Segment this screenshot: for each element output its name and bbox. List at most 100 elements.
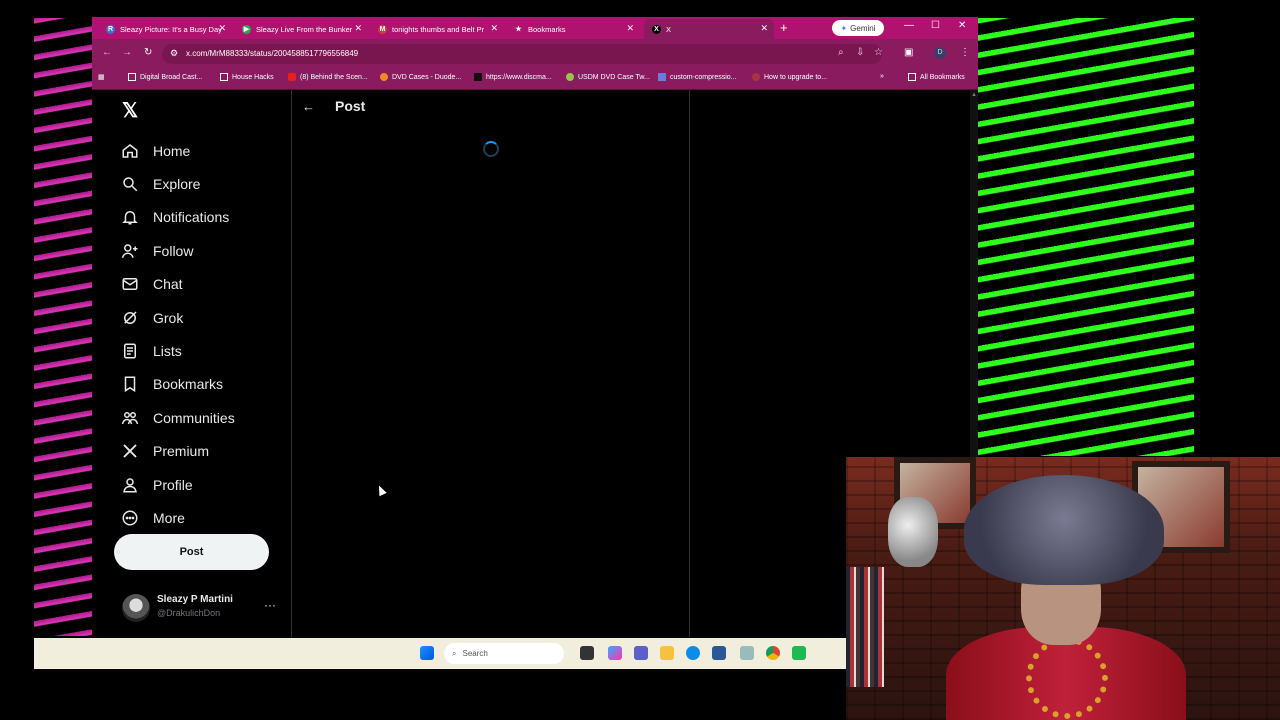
tab-bookmarks[interactable]: ★ Bookmarks ✕ (506, 19, 640, 39)
search-placeholder: Search (462, 649, 488, 658)
close-icon[interactable]: ✕ (354, 23, 362, 34)
sidebar-item-communities[interactable]: Communities (120, 401, 300, 434)
bookmark-star-icon[interactable]: ☆ (874, 47, 883, 58)
bookmark-item[interactable]: USDM DVD Case Tw... (566, 73, 650, 81)
sidebar-item-lists[interactable]: Lists (120, 334, 300, 367)
profile-avatar[interactable]: D (934, 47, 946, 59)
star-icon: ★ (515, 25, 522, 33)
file-explorer-icon[interactable] (660, 646, 674, 660)
close-icon[interactable]: ✕ (626, 23, 634, 34)
webcam-overlay (846, 457, 1280, 720)
tab-x[interactable]: X X ✕ (644, 19, 774, 39)
install-icon[interactable]: ⇩ (856, 47, 864, 58)
folder-icon (128, 73, 136, 81)
apps-icon[interactable]: ▦ (98, 73, 105, 81)
nav-label: More (153, 509, 185, 526)
bookmark-item[interactable]: https://www.discma... (474, 73, 552, 81)
all-bookmarks[interactable]: All Bookmarks (908, 73, 965, 81)
bookmark-item[interactable]: Digital Broad Cast... (128, 73, 202, 81)
reload-button[interactable]: ↻ (144, 47, 152, 58)
nav-label: Chat (153, 276, 183, 293)
scroll-up-icon[interactable]: ▲ (971, 92, 977, 98)
bookmark-label: DVD Cases - Duode... (392, 73, 462, 81)
bookmark-item[interactable]: How to upgrade to... (752, 73, 827, 81)
tab-title: Bookmarks (528, 24, 566, 34)
site-info-icon[interactable]: ⚙ (170, 48, 178, 59)
store-icon[interactable] (712, 646, 726, 660)
sidebar-item-premium[interactable]: Premium (120, 435, 300, 468)
maximize-button[interactable]: ☐ (931, 20, 940, 31)
bookmark-item[interactable]: DVD Cases - Duode... (380, 73, 461, 81)
sidebar-item-explore[interactable]: Explore (120, 167, 300, 200)
close-icon[interactable]: ✕ (760, 23, 768, 34)
sidebar-item-follow[interactable]: Follow (120, 234, 300, 267)
x-logo-icon[interactable]: 𝕏 (122, 98, 138, 123)
gemini-label: Gemini (850, 23, 876, 33)
account-switcher[interactable]: Sleazy P Martini @DrakulichDon ··· (122, 594, 282, 624)
taskbar: ⌕ Search (34, 638, 846, 669)
site-icon (752, 73, 760, 81)
more-bookmarks-icon[interactable]: » (880, 73, 884, 80)
forward-button[interactable]: → (122, 47, 132, 58)
back-button[interactable]: ← (102, 47, 112, 58)
teams-icon[interactable] (634, 646, 648, 660)
sidebar-item-notifications[interactable]: Notifications (120, 201, 300, 234)
bookmarks-bar: ▦ Digital Broad Cast... House Hacks (8) … (92, 69, 978, 90)
gold-chain (1026, 637, 1108, 719)
site-icon (658, 73, 666, 81)
tab-sleazy-live[interactable]: ▶ Sleazy Live From the Bunker ✕ (234, 19, 368, 39)
background-stripes-right (978, 18, 1194, 456)
edge-icon[interactable] (686, 646, 700, 660)
sidebar-item-profile[interactable]: Profile (120, 468, 300, 501)
fur-hat (964, 475, 1164, 585)
communities-icon (120, 409, 140, 427)
bookmark-label: USDM DVD Case Tw... (578, 73, 650, 81)
bookmark-label: How to upgrade to... (764, 73, 828, 81)
back-arrow-icon[interactable]: ← (302, 99, 315, 114)
bookmark-item[interactable]: House Hacks (220, 73, 274, 81)
windows-start-icon[interactable] (420, 646, 434, 660)
all-bookmarks-label: All Bookmarks (920, 73, 965, 81)
address-bar[interactable]: ⚙ x.com/MrM88333/status/2004588517796556… (162, 44, 883, 64)
sidebar-nav: Home Explore Notifications Follow Chat G… (120, 134, 300, 535)
bookshelf (846, 567, 884, 687)
site-icon (566, 73, 574, 81)
chrome-icon[interactable] (766, 646, 780, 660)
sidebar-item-bookmarks[interactable]: Bookmarks (120, 368, 300, 401)
sidebar-item-chat[interactable]: Chat (120, 268, 300, 301)
bookmark-item[interactable]: custom-compressio... (658, 73, 737, 81)
sidebar-item-more[interactable]: More (120, 501, 300, 534)
url-text[interactable]: x.com/MrM88333/status/200458851779655684… (186, 49, 358, 58)
sidebar-item-grok[interactable]: Grok (120, 301, 300, 334)
close-window-button[interactable]: ✕ (958, 20, 966, 31)
minimize-button[interactable]: — (904, 20, 914, 31)
close-icon[interactable]: ✕ (490, 23, 498, 34)
gemini-button[interactable]: ✦ Gemini (832, 20, 884, 36)
page-title: Post (335, 98, 366, 114)
task-view-icon[interactable] (580, 646, 594, 660)
more-dots-icon[interactable]: ··· (264, 598, 276, 612)
extensions-icon[interactable]: ▣ (904, 47, 913, 58)
tab-sleazy-picture[interactable]: R Sleazy Picture: It's a Busy Day ✕ (98, 19, 232, 39)
menu-icon[interactable]: ⋮ (960, 47, 970, 58)
sidebar-item-home[interactable]: Home (120, 134, 300, 167)
tab-title: X (666, 24, 672, 34)
taskbar-search[interactable]: ⌕ Search (444, 643, 564, 664)
copilot-icon[interactable] (608, 646, 622, 660)
bell-icon (120, 208, 140, 226)
tab-tonights-thumbs[interactable]: M tonights thumbs and Belt Pr ✕ (370, 19, 504, 39)
close-icon[interactable]: ✕ (218, 23, 226, 34)
post-header: ← Post (302, 98, 365, 114)
more-circle-icon (120, 509, 140, 527)
bookmark-label: custom-compressio... (670, 73, 737, 81)
new-tab-button[interactable]: + (780, 20, 788, 35)
tab-title: Sleazy Picture: It's a Busy Day (120, 24, 222, 34)
app-icon[interactable] (740, 646, 754, 660)
bookmark-item[interactable]: (8) Behind the Scen... (288, 73, 368, 81)
bookmark-label: (8) Behind the Scen... (300, 73, 368, 81)
app-icon[interactable] (792, 646, 806, 660)
tab-title: Sleazy Live From the Bunker (256, 24, 353, 34)
post-button[interactable]: Post (114, 534, 269, 570)
zoom-icon[interactable]: ⌕ (838, 47, 844, 58)
tab-favicon: M (378, 24, 387, 34)
